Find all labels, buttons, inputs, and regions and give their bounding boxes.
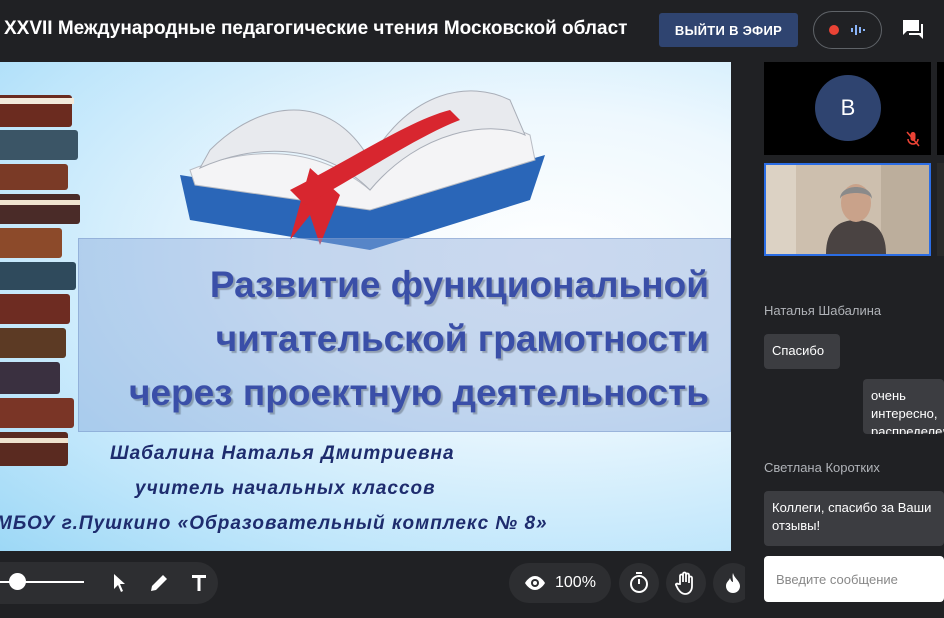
chat-message: Коллеги, спасибо за Ваши отзывы! [764,491,944,546]
slide-title-line-1: Развитие функциональной [209,264,709,305]
stopwatch-icon [630,572,648,593]
open-book-illustration [180,90,545,250]
avatar: В [815,75,881,141]
participant-video-tile[interactable] [764,163,931,256]
chat-message: Спасибо [764,334,840,369]
book-stack-illustration [0,95,80,466]
pen-tool-button[interactable] [147,572,171,594]
slide-school: МБОУ г.Пушкино «Образовательный комплекс… [0,513,548,534]
timer-button[interactable] [619,563,659,603]
slide-title-line-2: читательской грамотности [215,318,709,359]
flame-icon [726,573,740,593]
text-icon [192,575,206,591]
hand-icon [675,571,693,595]
event-title: XXVII Международные педагогические чтени… [4,18,628,39]
zoom-control[interactable]: 100% [509,563,611,603]
participant-tile-partial[interactable] [937,163,944,256]
chat-icon[interactable] [901,18,925,40]
record-icon [829,25,840,35]
pointer-tool-button[interactable] [108,572,132,594]
slide-position: учитель начальных классов [135,478,436,499]
slide-author: Шабалина Наталья Дмитриевна [110,443,455,464]
mic-off-icon [906,131,920,147]
chat-message: очень интересно, распределение [863,379,944,434]
raise-hand-button[interactable] [666,563,706,603]
chat-sender: Наталья Шабалина [764,303,882,318]
presentation-slide: Развитие функциональной читательской гра… [0,62,731,551]
participant-video [766,165,929,254]
brush-size-handle[interactable] [9,573,26,590]
pencil-icon [151,575,167,591]
go-live-button[interactable]: ВЫЙТИ В ЭФИР [659,13,798,47]
zoom-level: 100% [555,574,596,591]
cursor-icon [114,574,125,592]
chat-sender: Светлана Коротких [764,460,880,475]
text-tool-button[interactable] [187,572,211,594]
chat-message-input[interactable] [764,556,944,602]
participant-tile-partial[interactable] [937,62,944,155]
audio-level-icon [850,25,865,35]
eye-icon [525,576,545,590]
slide-title-line-3: через проектную деятельность [129,372,709,413]
record-toggle[interactable] [813,11,882,49]
